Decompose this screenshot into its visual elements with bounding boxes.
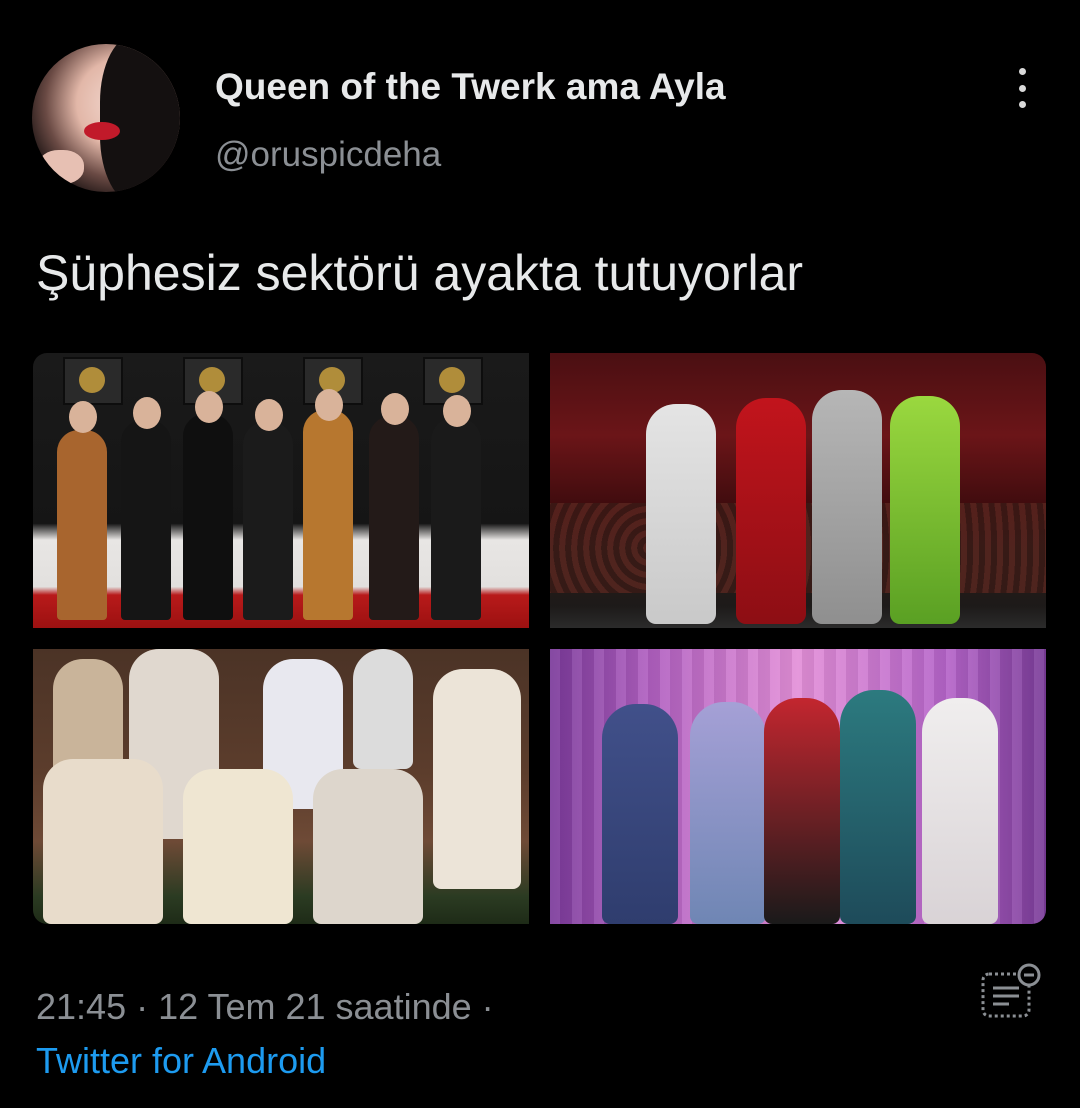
person [57,430,107,620]
girl [922,698,998,924]
dancer [890,396,960,624]
person [303,410,353,620]
dancer [812,390,882,624]
photo-2[interactable] [550,353,1046,628]
user-handle[interactable]: @oruspicdeha [215,135,441,175]
person [121,420,171,620]
member [433,669,521,889]
dancer [646,404,716,624]
member [183,769,293,924]
person-head [69,401,97,433]
media-grid [33,353,1046,924]
avatar-hair [100,44,180,192]
avatar[interactable] [32,44,180,192]
photo-4[interactable] [550,649,1046,924]
backdrop-award [63,357,123,405]
analytics-icon[interactable] [980,962,1042,1020]
person-head [255,399,283,431]
member [353,649,413,769]
person [369,416,419,620]
more-dot [1018,68,1026,75]
person [243,422,293,620]
girl [840,690,916,924]
member [313,769,423,924]
avatar-lips [84,122,120,140]
person-head [195,391,223,423]
display-name[interactable]: Queen of the Twerk ama Ayla [215,66,726,108]
more-vertical-icon[interactable] [1010,68,1034,108]
person-head [315,389,343,421]
girl [602,704,678,924]
tweet-timestamp: 21:45 · 12 Tem 21 saatinde · [36,986,494,1027]
person-head [133,397,161,429]
photo-1[interactable] [33,353,529,628]
more-dot [1018,101,1026,108]
tweet-client-link[interactable]: Twitter for Android [36,1040,326,1082]
person-head [443,395,471,427]
person-head [381,393,409,425]
dancer [736,398,806,624]
more-dot [1018,84,1026,92]
person [431,418,481,620]
avatar-hand [38,150,84,184]
girl [764,698,840,924]
tweet-text: Şüphesiz sektörü ayakta tutuyorlar [36,245,804,301]
member [43,759,163,924]
photo-3[interactable] [33,649,529,924]
girl [690,702,766,924]
person [183,414,233,620]
